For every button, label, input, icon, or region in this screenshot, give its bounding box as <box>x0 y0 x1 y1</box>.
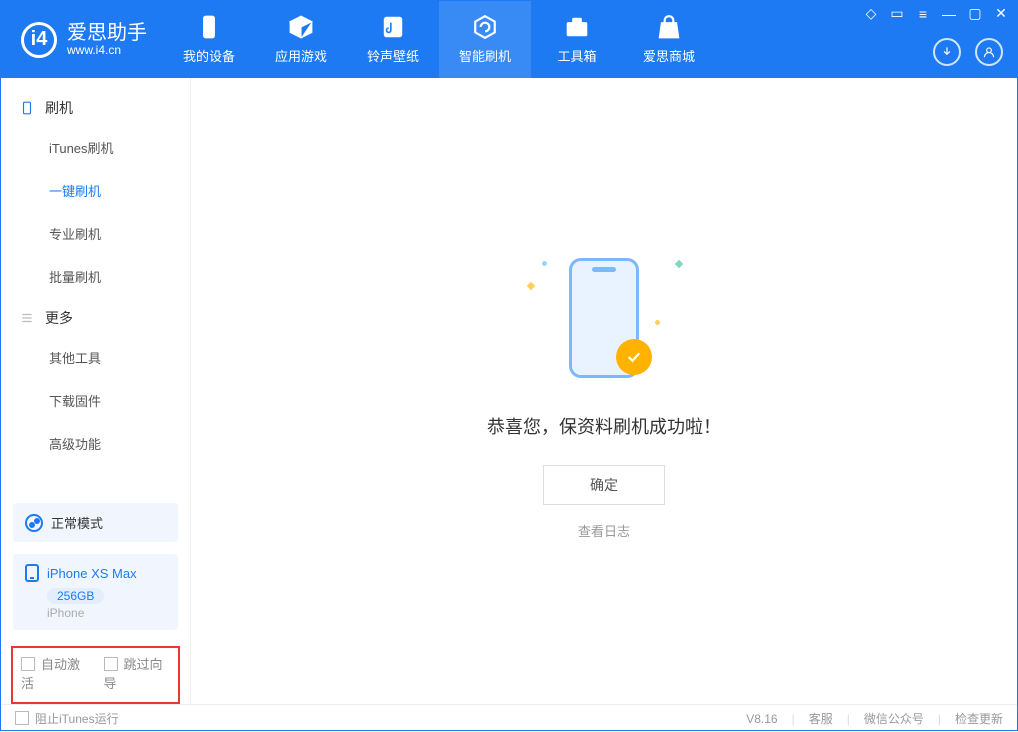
check-update-link[interactable]: 检查更新 <box>955 710 1003 727</box>
nav-label: 智能刷机 <box>459 46 511 65</box>
feedback-icon[interactable]: ▭ <box>889 5 905 22</box>
wechat-link[interactable]: 微信公众号 <box>864 710 924 727</box>
refresh-hex-icon <box>472 14 498 40</box>
sidebar-item-download-firmware[interactable]: 下载固件 <box>1 379 190 422</box>
minimize-button[interactable]: ― <box>941 6 957 22</box>
device-icon <box>196 14 222 40</box>
account-button[interactable] <box>975 38 1003 66</box>
app-name: 爱思助手 <box>67 22 147 44</box>
menu-icon[interactable]: ≡ <box>915 6 931 22</box>
sidebar-item-other-tools[interactable]: 其他工具 <box>1 336 190 379</box>
nav-label: 铃声壁纸 <box>367 46 419 65</box>
device-name: iPhone XS Max <box>47 566 137 581</box>
sidebar: 刷机 iTunes刷机 一键刷机 专业刷机 批量刷机 更多 其他工具 下载固件 … <box>1 78 191 704</box>
device-info-panel[interactable]: iPhone XS Max 256GB iPhone <box>13 554 178 630</box>
sidebar-item-one-click-flash[interactable]: 一键刷机 <box>1 169 190 212</box>
app-logo: i4 爱思助手 www.i4.cn <box>1 22 163 58</box>
logo-icon: i4 <box>21 22 57 58</box>
sidebar-group-more[interactable]: 更多 <box>1 298 190 336</box>
mode-label: 正常模式 <box>51 513 103 532</box>
nav-label: 我的设备 <box>183 46 235 65</box>
flash-options-highlighted: 自动激活 跳过向导 <box>11 646 180 704</box>
mode-icon <box>25 514 43 532</box>
toolbox-icon <box>564 14 590 40</box>
title-bar: i4 爱思助手 www.i4.cn 我的设备 应用游戏 铃声壁纸 智能刷机 工具… <box>1 1 1017 78</box>
sidebar-group-flash[interactable]: 刷机 <box>1 88 190 126</box>
download-button[interactable] <box>933 38 961 66</box>
app-url: www.i4.cn <box>67 44 147 57</box>
list-icon <box>19 310 35 326</box>
phone-icon <box>25 564 39 582</box>
music-icon <box>380 14 406 40</box>
sidebar-item-pro-flash[interactable]: 专业刷机 <box>1 212 190 255</box>
main-nav: 我的设备 应用游戏 铃声壁纸 智能刷机 工具箱 爱思商城 <box>163 1 715 78</box>
check-badge-icon <box>616 339 652 375</box>
block-itunes-checkbox[interactable]: 阻止iTunes运行 <box>15 710 119 727</box>
bag-icon <box>656 14 682 40</box>
nav-apps-games[interactable]: 应用游戏 <box>255 1 347 78</box>
success-illustration <box>504 243 704 393</box>
maximize-button[interactable]: ▢ <box>967 5 983 22</box>
device-type: iPhone <box>47 606 166 620</box>
window-controls: ◇ ▭ ≡ ― ▢ ✕ <box>863 5 1009 22</box>
device-storage-badge: 256GB <box>47 588 104 604</box>
confirm-button[interactable]: 确定 <box>543 465 665 505</box>
nav-label: 爱思商城 <box>643 46 695 65</box>
nav-label: 工具箱 <box>557 46 596 65</box>
sidebar-item-advanced[interactable]: 高级功能 <box>1 422 190 465</box>
success-message: 恭喜您，保资料刷机成功啦！ <box>487 413 721 439</box>
group-title: 刷机 <box>45 98 73 118</box>
nav-ringtones[interactable]: 铃声壁纸 <box>347 1 439 78</box>
sidebar-item-itunes-flash[interactable]: iTunes刷机 <box>1 126 190 169</box>
nav-my-device[interactable]: 我的设备 <box>163 1 255 78</box>
auto-activate-checkbox[interactable]: 自动激活 <box>21 654 88 692</box>
phone-outline-icon <box>19 100 35 116</box>
nav-store[interactable]: 爱思商城 <box>623 1 715 78</box>
sidebar-item-batch-flash[interactable]: 批量刷机 <box>1 255 190 298</box>
header-actions <box>933 38 1003 66</box>
skin-icon[interactable]: ◇ <box>863 5 879 22</box>
group-title: 更多 <box>45 308 73 328</box>
nav-toolbox[interactable]: 工具箱 <box>531 1 623 78</box>
skip-wizard-checkbox[interactable]: 跳过向导 <box>104 654 171 692</box>
device-mode-panel[interactable]: 正常模式 <box>13 503 178 542</box>
close-button[interactable]: ✕ <box>993 5 1009 22</box>
view-log-link[interactable]: 查看日志 <box>578 521 630 540</box>
nav-label: 应用游戏 <box>275 46 327 65</box>
status-bar: 阻止iTunes运行 V8.16 | 客服 | 微信公众号 | 检查更新 <box>1 704 1017 732</box>
version-label: V8.16 <box>746 712 777 726</box>
main-content: 恭喜您，保资料刷机成功啦！ 确定 查看日志 <box>191 78 1017 704</box>
support-link[interactable]: 客服 <box>809 710 833 727</box>
cube-icon <box>288 14 314 40</box>
nav-smart-flash[interactable]: 智能刷机 <box>439 1 531 78</box>
